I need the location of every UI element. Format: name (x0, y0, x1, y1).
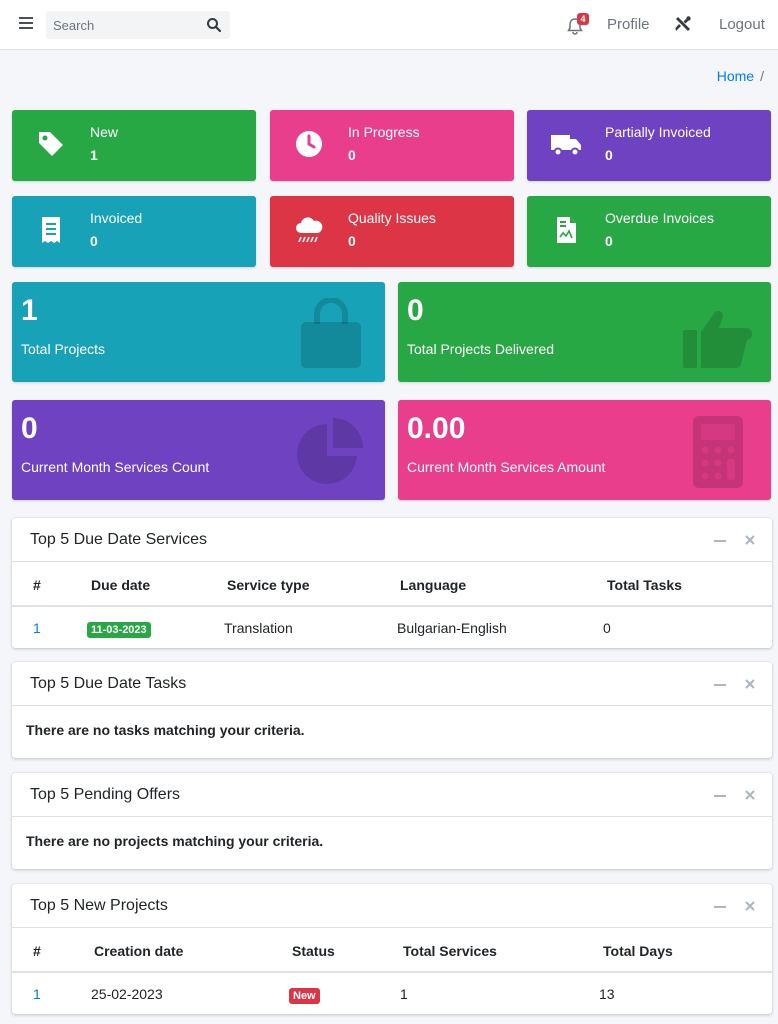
column-header: # (33, 577, 41, 593)
close-icon[interactable] (744, 900, 756, 912)
stat-label: Current Month Services Amount (407, 459, 606, 475)
column-header: Due date (91, 577, 151, 593)
stat-label: Total Projects Delivered (407, 341, 555, 357)
status-box-overdue-invoices[interactable]: Overdue Invoices 0 (527, 196, 771, 267)
total-tasks-cell: 0 (603, 620, 611, 636)
card-header: Top 5 New Projects (12, 884, 772, 928)
search-box (46, 11, 230, 39)
breadcrumb-separator: / (760, 68, 764, 84)
card-header: Top 5 Pending Offers (12, 773, 772, 817)
status-count: 0 (90, 233, 98, 249)
language-cell: Bulgarian-English (397, 620, 507, 636)
total-services-cell: 1 (400, 986, 408, 1002)
stat-box-total-projects[interactable]: 1 Total Projects (12, 282, 385, 382)
stat-value: 0 (407, 294, 424, 327)
status-box-partially-invoiced[interactable]: Partially Invoiced 0 (527, 110, 771, 181)
receipt-icon (42, 217, 60, 243)
search-input[interactable] (46, 11, 196, 39)
column-header: Total Services (403, 943, 497, 959)
status-box-in-progress[interactable]: In Progress 0 (270, 110, 514, 181)
stat-value: 0.00 (407, 412, 466, 445)
column-header: Language (400, 577, 467, 593)
column-header: Total Days (603, 943, 673, 959)
table-divider (12, 971, 772, 973)
status-box-new[interactable]: New 1 (12, 110, 256, 181)
top-navbar: 4 Profile Logout (0, 0, 778, 50)
status-label: New (90, 124, 119, 140)
breadcrumb-home-link[interactable]: Home (717, 68, 754, 84)
stat-value: 0 (21, 412, 38, 445)
stat-box-current-month-services-count[interactable]: 0 Current Month Services Count (12, 400, 385, 500)
column-header: Service type (227, 577, 310, 593)
card-header: Top 5 Due Date Tasks (12, 662, 772, 706)
close-icon[interactable] (744, 534, 756, 546)
tools-icon[interactable] (674, 15, 692, 33)
status-count: 0 (605, 147, 613, 163)
status-count: 0 (348, 233, 356, 249)
calculator-icon (693, 416, 743, 488)
tag-icon (39, 132, 63, 156)
file-invoice-icon (557, 217, 576, 243)
close-icon[interactable] (744, 789, 756, 801)
thumbs-up-icon (683, 311, 753, 369)
status-count: 0 (605, 233, 613, 249)
status-label: Partially Invoiced (605, 124, 711, 140)
minus-icon[interactable] (714, 795, 726, 797)
minus-icon[interactable] (714, 906, 726, 908)
profile-link[interactable]: Profile (607, 16, 650, 33)
card-pending-offers: Top 5 Pending Offers There are no projec… (12, 773, 772, 869)
logout-link[interactable]: Logout (719, 16, 765, 33)
empty-message: There are no tasks matching your criteri… (26, 722, 305, 738)
status-box-invoiced[interactable]: Invoiced 0 (12, 196, 256, 267)
empty-message: There are no projects matching your crit… (26, 833, 324, 849)
column-header: # (33, 943, 41, 959)
creation-date-cell: 25-02-2023 (91, 986, 163, 1002)
menu-toggle-icon[interactable] (19, 17, 33, 29)
stat-label: Current Month Services Count (21, 459, 210, 475)
table-divider (12, 605, 772, 607)
cloud-rain-icon (296, 217, 323, 243)
minus-icon[interactable] (714, 684, 726, 686)
stat-box-total-projects-delivered[interactable]: 0 Total Projects Delivered (398, 282, 771, 382)
stat-label: Total Projects (21, 341, 106, 357)
card-title: Top 5 Due Date Tasks (30, 675, 187, 692)
row-id-link[interactable]: 1 (33, 620, 41, 636)
status-label: Overdue Invoices (605, 210, 714, 226)
close-icon[interactable] (744, 678, 756, 690)
status-label: In Progress (348, 124, 420, 140)
card-due-date-tasks: Top 5 Due Date Tasks There are no tasks … (12, 662, 772, 758)
total-days-cell: 13 (599, 986, 615, 1002)
pie-chart-icon (297, 418, 363, 484)
card-title: Top 5 Due Date Services (30, 531, 207, 548)
search-icon[interactable] (206, 17, 222, 33)
status-badge: New (289, 988, 320, 1004)
stat-value: 1 (21, 294, 38, 327)
card-header: Top 5 Due Date Services (12, 518, 772, 562)
card-new-projects: Top 5 New Projects # Creation date Statu… (12, 884, 772, 1014)
status-count: 0 (348, 147, 356, 163)
column-header: Status (292, 943, 335, 959)
status-label: Quality Issues (348, 210, 436, 226)
card-due-date-services: Top 5 Due Date Services # Due date Servi… (12, 518, 772, 648)
truck-icon (551, 135, 581, 157)
shopping-bag-icon (301, 298, 361, 368)
stat-box-current-month-services-amount[interactable]: 0.00 Current Month Services Amount (398, 400, 771, 500)
minus-icon[interactable] (714, 540, 726, 542)
service-type-cell: Translation (224, 620, 293, 636)
breadcrumb: Home / (717, 68, 764, 84)
clock-icon (296, 131, 322, 157)
column-header: Total Tasks (607, 577, 682, 593)
due-date-badge: 11-03-2023 (87, 622, 151, 638)
notifications-badge: 4 (577, 13, 589, 25)
row-id-link[interactable]: 1 (33, 986, 41, 1002)
card-title: Top 5 Pending Offers (30, 786, 181, 803)
column-header: Creation date (94, 943, 184, 959)
card-title: Top 5 New Projects (30, 897, 168, 914)
status-count: 1 (90, 147, 98, 163)
status-label: Invoiced (90, 210, 143, 226)
status-box-quality-issues[interactable]: Quality Issues 0 (270, 196, 514, 267)
